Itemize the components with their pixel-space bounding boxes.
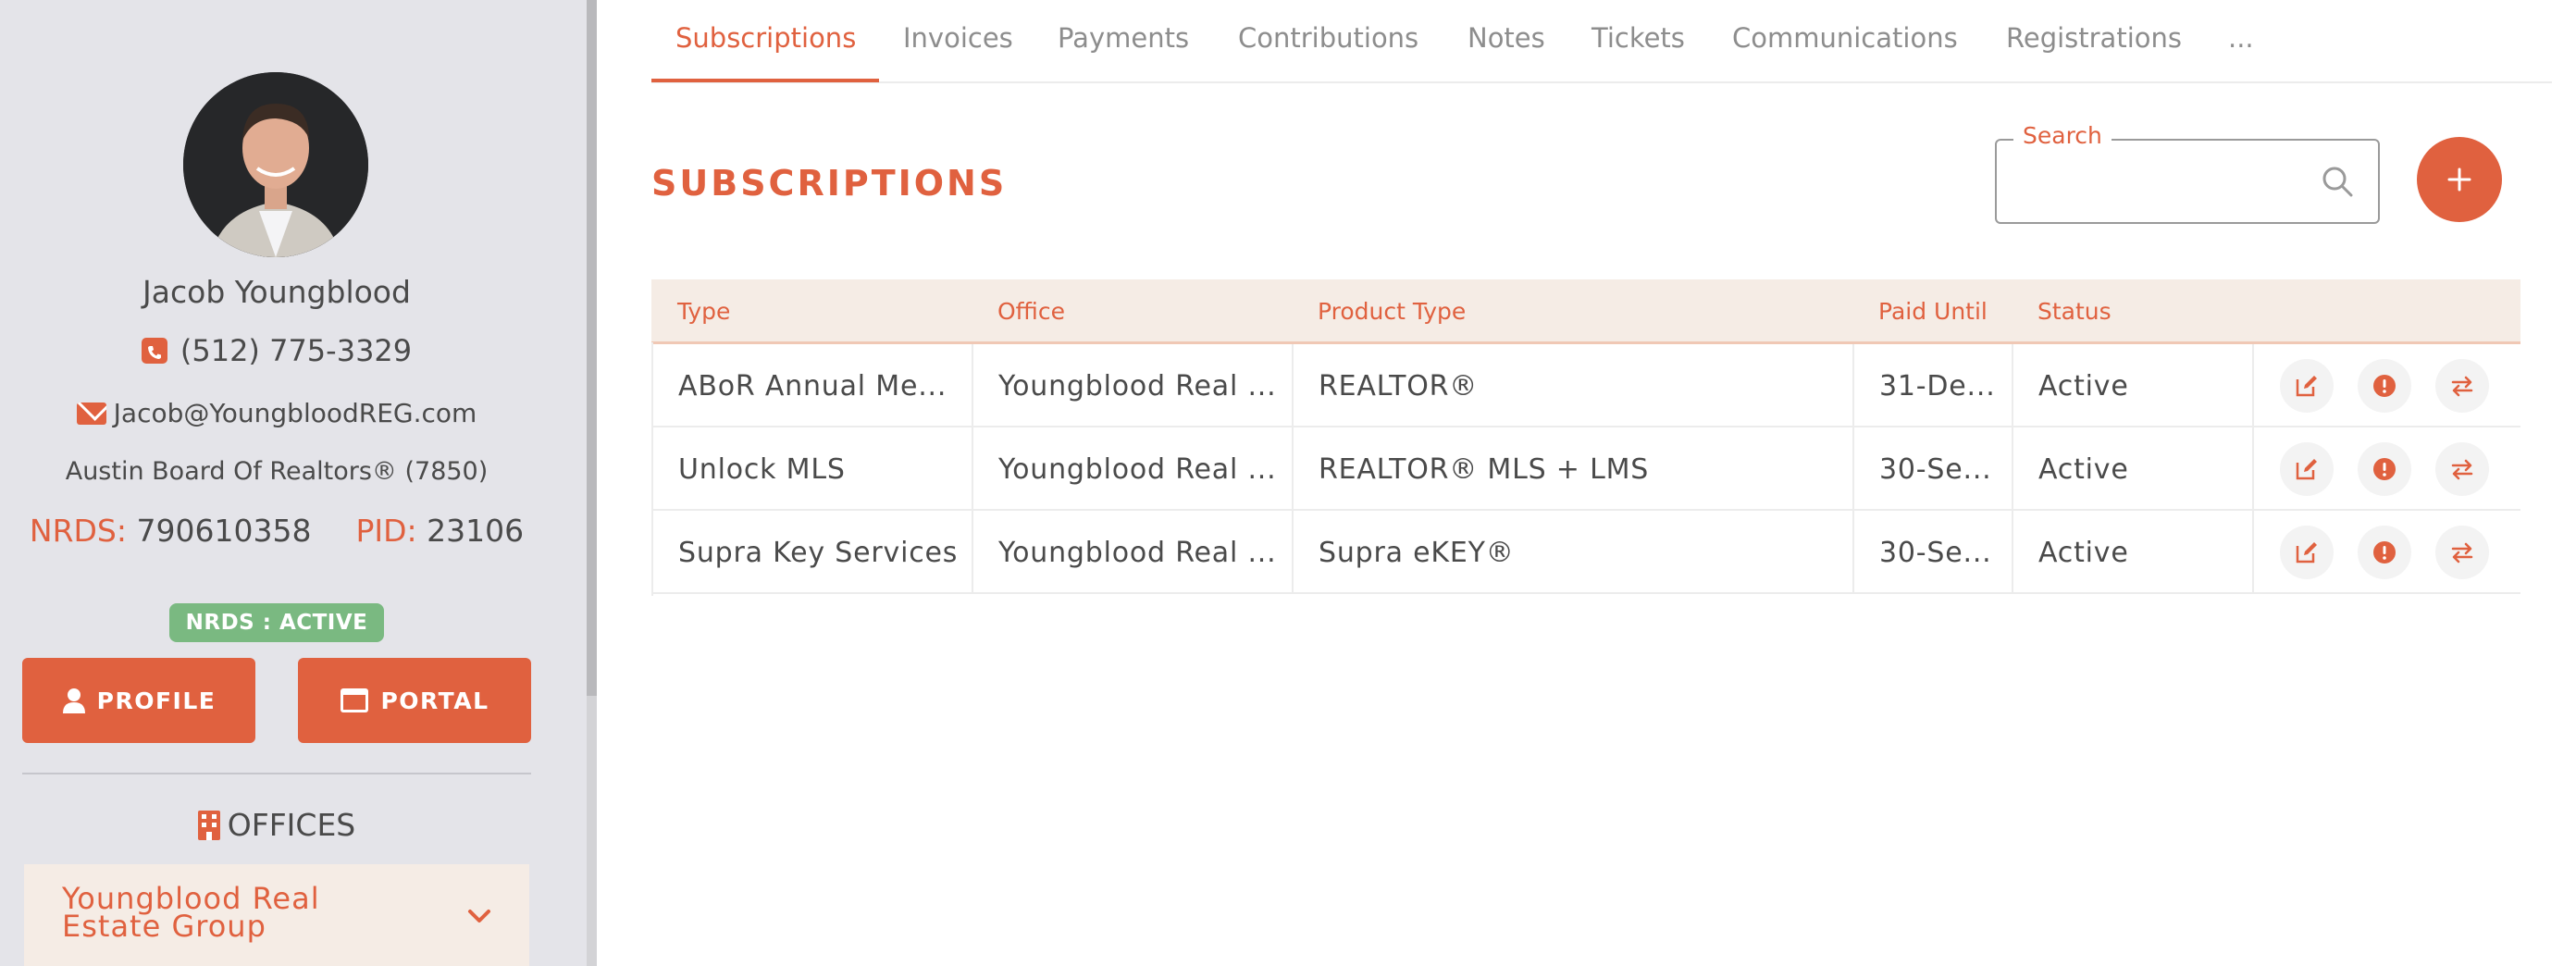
phone-row: (512) 775-3329: [0, 333, 553, 368]
table-row: ABoR Annual Me... Youngblood Real ... RE…: [651, 342, 2520, 429]
column-header-type[interactable]: Type: [677, 298, 730, 325]
column-header-office[interactable]: Office: [997, 298, 1065, 325]
email-address[interactable]: Jacob@YoungbloodREG.com: [114, 398, 477, 428]
tab-registrations[interactable]: Registrations: [2006, 22, 2182, 54]
cell-office: Youngblood Real ...: [998, 536, 1277, 569]
phone-icon: [141, 338, 167, 364]
edit-button[interactable]: [2280, 359, 2334, 413]
pid-label: PID:: [355, 513, 417, 549]
plus-icon: [2447, 167, 2471, 192]
envelope-icon: [76, 402, 106, 425]
sidebar-divider: [22, 773, 531, 774]
tab-payments[interactable]: Payments: [1058, 22, 1189, 54]
column-header-product-type[interactable]: Product Type: [1318, 298, 1466, 325]
alert-button[interactable]: [2358, 442, 2411, 496]
tab-invoices[interactable]: Invoices: [903, 22, 1013, 54]
alert-button[interactable]: [2358, 526, 2411, 579]
table-row: Supra Key Services Youngblood Real ... S…: [651, 509, 2520, 596]
pid-value: 23106: [427, 513, 525, 549]
cell-status: Active: [2038, 536, 2129, 569]
alert-button[interactable]: [2358, 359, 2411, 413]
cell-product-type: REALTOR® MLS + LMS: [1319, 452, 1650, 486]
cell-office: Youngblood Real ...: [998, 452, 1277, 486]
avatar: [183, 72, 368, 257]
add-subscription-button[interactable]: [2417, 137, 2502, 222]
alert-icon: [2373, 375, 2396, 397]
table-row: Unlock MLS Youngblood Real ... REALTOR® …: [651, 426, 2520, 513]
edit-icon: [2296, 376, 2317, 397]
status-badge: NRDS : ACTIVE: [169, 603, 384, 642]
edit-icon: [2296, 542, 2317, 564]
cell-type: Unlock MLS: [678, 452, 846, 486]
transfer-icon: [2451, 542, 2473, 564]
offices-heading-label: OFFICES: [227, 807, 356, 843]
cell-type: ABoR Annual Me...: [678, 369, 947, 402]
transfer-button[interactable]: [2435, 359, 2489, 413]
nrds-value: 790610358: [136, 513, 312, 549]
search-icon[interactable]: [2321, 165, 2354, 198]
chevron-down-icon[interactable]: [461, 898, 498, 935]
portal-button[interactable]: PORTAL: [298, 658, 531, 743]
edit-icon: [2296, 459, 2317, 480]
nrds-label: NRDS:: [29, 513, 127, 549]
profile-button-label: PROFILE: [96, 687, 217, 714]
cell-office: Youngblood Real ...: [998, 369, 1277, 402]
cell-paid-until: 30-Se...: [1879, 536, 1992, 569]
tab-more[interactable]: ...: [2228, 22, 2254, 54]
transfer-button[interactable]: [2435, 442, 2489, 496]
cell-status: Active: [2038, 452, 2129, 486]
email-row: Jacob@YoungbloodREG.com: [0, 398, 553, 428]
tab-tickets[interactable]: Tickets: [1591, 22, 1685, 54]
tab-subscriptions[interactable]: Subscriptions: [675, 22, 856, 54]
edit-button[interactable]: [2280, 442, 2334, 496]
board-association: Austin Board Of Realtors® (7850): [0, 457, 553, 486]
tab-bar: Subscriptions Invoices Payments Contribu…: [651, 0, 2552, 83]
member-ids: NRDS: 790610358 PID: 23106: [0, 513, 553, 549]
alert-icon: [2373, 541, 2396, 564]
pid-id: PID: 23106: [355, 513, 524, 549]
transfer-icon: [2451, 376, 2473, 397]
board-name: Austin Board Of Realtors® (7850): [65, 457, 489, 486]
nrds-id: NRDS: 790610358: [30, 513, 312, 549]
edit-button[interactable]: [2280, 526, 2334, 579]
column-header-status[interactable]: Status: [2037, 298, 2112, 325]
cell-type: Supra Key Services: [678, 536, 959, 569]
transfer-icon: [2451, 459, 2473, 480]
profile-button[interactable]: PROFILE: [22, 658, 255, 743]
window-icon: [341, 688, 369, 712]
portal-button-label: PORTAL: [380, 687, 489, 714]
offices-heading: OFFICES: [0, 807, 553, 843]
active-tab-indicator: [651, 79, 879, 82]
office-item[interactable]: Youngblood Real Estate Group: [24, 864, 529, 966]
cell-status: Active: [2038, 369, 2129, 402]
search-label: Search: [2013, 122, 2112, 149]
app-root: Jacob Youngblood (512) 775-3329 Jacob@Yo…: [0, 0, 2576, 966]
user-icon: [62, 688, 85, 713]
subscriptions-table: Type Office Product Type Paid Until Stat…: [651, 279, 2520, 596]
cell-product-type: Supra eKEY®: [1319, 536, 1515, 569]
profile-sidebar: Jacob Youngblood (512) 775-3329 Jacob@Yo…: [0, 0, 587, 966]
tab-contributions[interactable]: Contributions: [1238, 22, 1418, 54]
transfer-button[interactable]: [2435, 526, 2489, 579]
page-title: SUBSCRIPTIONS: [651, 163, 1008, 204]
tab-communications[interactable]: Communications: [1732, 22, 1958, 54]
cell-paid-until: 31-De...: [1879, 369, 1996, 402]
column-header-paid-until[interactable]: Paid Until: [1878, 298, 1988, 325]
office-name: Youngblood Real Estate Group: [62, 881, 320, 944]
sidebar-scrollbar[interactable]: [587, 0, 597, 966]
sidebar-scrollbar-thumb[interactable]: [587, 0, 597, 696]
phone-number[interactable]: (512) 775-3329: [180, 333, 412, 368]
building-icon: [197, 810, 220, 840]
cell-product-type: REALTOR®: [1319, 369, 1479, 402]
tab-notes[interactable]: Notes: [1468, 22, 1545, 54]
cell-paid-until: 30-Se...: [1879, 452, 1992, 486]
alert-icon: [2373, 458, 2396, 480]
member-name: Jacob Youngblood: [142, 274, 411, 310]
table-header: Type Office Product Type Paid Until Stat…: [651, 279, 2520, 344]
